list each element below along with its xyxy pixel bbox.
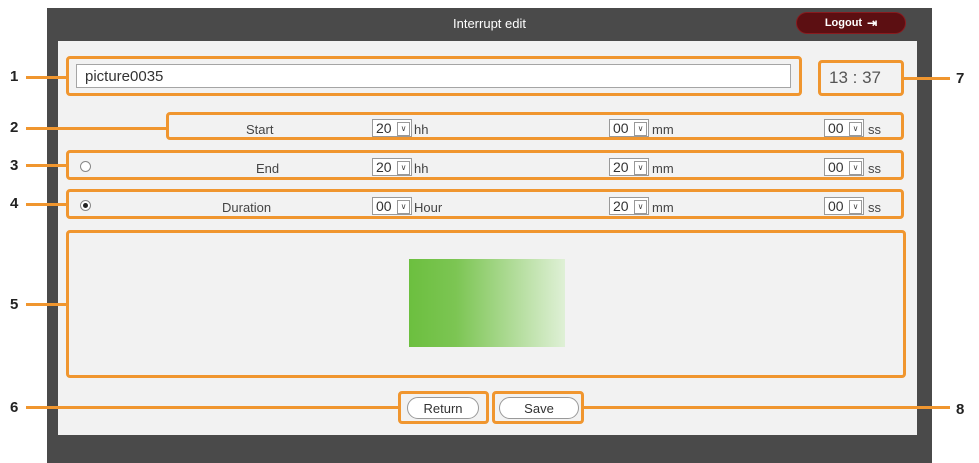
end-second-unit: ss [868, 161, 881, 176]
leader-line-5 [26, 303, 68, 306]
callout-5: 5 [10, 296, 19, 313]
end-radio[interactable] [80, 161, 91, 172]
duration-second-select[interactable]: 00 ∨ [824, 197, 864, 215]
duration-minute-value: 20 [613, 198, 629, 214]
end-label: End [256, 161, 280, 176]
end-minute-unit: mm [652, 161, 674, 176]
start-minute-select[interactable]: 00 ∨ [609, 119, 649, 137]
save-button[interactable]: Save [499, 397, 579, 419]
chevron-down-icon: ∨ [397, 122, 410, 136]
return-button[interactable]: Return [407, 397, 479, 419]
leader-line-7 [902, 77, 950, 80]
chevron-down-icon: ∨ [397, 161, 410, 175]
start-hour-select[interactable]: 20 ∨ [372, 119, 412, 137]
leader-line-3 [26, 164, 68, 167]
return-highlight: Return [398, 391, 489, 424]
leader-line-8 [582, 406, 950, 409]
duration-second-value: 00 [828, 198, 844, 214]
callout-6: 6 [10, 399, 19, 416]
program-name-input[interactable]: picture0035 [76, 64, 791, 88]
start-minute-value: 00 [613, 120, 629, 136]
logout-label: Logout [824, 17, 863, 29]
callout-3: 3 [10, 157, 19, 174]
start-label: Start [246, 122, 274, 137]
chevron-down-icon: ∨ [397, 200, 410, 214]
clock-highlight: 13 : 37 [818, 60, 904, 96]
chevron-down-icon: ∨ [849, 161, 862, 175]
chevron-down-icon: ∨ [849, 122, 862, 136]
leader-line-6 [26, 406, 400, 409]
leader-line-4 [26, 203, 68, 206]
start-hour-unit: hh [414, 122, 429, 137]
end-second-value: 00 [828, 159, 844, 175]
callout-4: 4 [10, 195, 19, 212]
leader-line-1 [26, 76, 68, 79]
duration-hour-select[interactable]: 00 ∨ [372, 197, 412, 215]
duration-radio[interactable] [80, 200, 91, 211]
end-minute-value: 20 [613, 159, 629, 175]
current-time: 13 : 37 [829, 68, 881, 87]
leader-line-2 [26, 127, 168, 130]
end-minute-select[interactable]: 20 ∨ [609, 158, 649, 176]
end-second-select[interactable]: 00 ∨ [824, 158, 864, 176]
start-second-select[interactable]: 00 ∨ [824, 119, 864, 137]
start-hour-value: 20 [376, 120, 392, 136]
end-hour-unit: hh [414, 161, 429, 176]
name-field-highlight: picture0035 [66, 56, 802, 96]
end-hour-select[interactable]: 20 ∨ [372, 158, 412, 176]
callout-1: 1 [10, 68, 19, 85]
chevron-down-icon: ∨ [849, 200, 862, 214]
title-bar: Interrupt edit Logout ⇥ [47, 8, 932, 40]
duration-row-highlight: Duration 00 ∨ Hour 20 ∨ mm 00 ∨ ss [66, 189, 904, 219]
start-second-value: 00 [828, 120, 844, 136]
end-hour-value: 20 [376, 159, 392, 175]
duration-minute-select[interactable]: 20 ∨ [609, 197, 649, 215]
chevron-down-icon: ∨ [634, 200, 647, 214]
start-second-unit: ss [868, 122, 881, 137]
logout-button[interactable]: Logout ⇥ [796, 12, 906, 34]
callout-7: 7 [956, 70, 965, 87]
duration-minute-unit: mm [652, 200, 674, 215]
content-preview-image [409, 259, 565, 347]
duration-second-unit: ss [868, 200, 881, 215]
duration-hour-value: 00 [376, 198, 392, 214]
duration-hour-unit: Hour [414, 200, 443, 215]
preview-highlight [66, 230, 906, 378]
callout-2: 2 [10, 119, 19, 136]
start-row-highlight: Start 20 ∨ hh 00 ∨ mm 00 ∨ ss [166, 112, 904, 140]
start-minute-unit: mm [652, 122, 674, 137]
duration-label: Duration [222, 200, 272, 215]
chevron-down-icon: ∨ [634, 122, 647, 136]
callout-8: 8 [956, 401, 965, 418]
chevron-down-icon: ∨ [634, 161, 647, 175]
save-highlight: Save [492, 391, 584, 424]
end-row-highlight: End 20 ∨ hh 20 ∨ mm 00 ∨ ss [66, 150, 904, 180]
exit-icon: ⇥ [867, 16, 878, 30]
